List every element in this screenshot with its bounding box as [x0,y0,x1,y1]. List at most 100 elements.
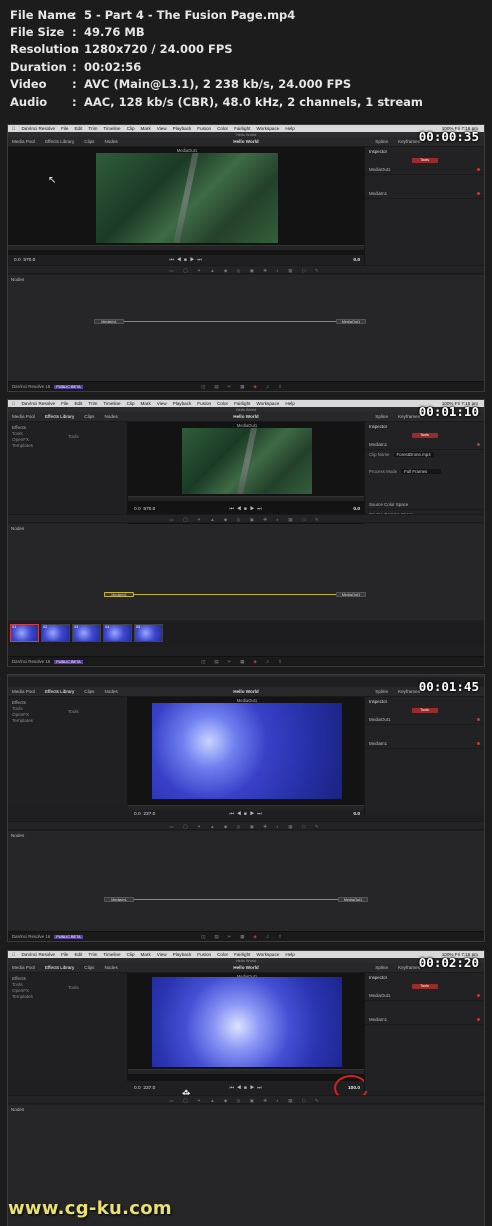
end-frame[interactable]: 570.0 [23,258,35,263]
video-preview[interactable] [182,428,312,494]
page-switcher[interactable]: ◫▤✂▦◈♫⇪ [201,659,291,665]
node-media-in[interactable]: MediaIn1 [104,592,134,597]
tab-effects-library[interactable]: Effects Library [45,139,74,144]
media-info-row: Resolution:1280x720 / 24.000 FPS [10,42,233,57]
node-media-in[interactable]: MediaIn1 [94,319,124,324]
time-ruler[interactable] [128,496,366,501]
menu-workspace[interactable]: Workspace [256,126,279,131]
tab-media-pool[interactable]: Media Pool [12,139,35,144]
node-editor[interactable]: Nodes MediaIn1 MediaOut1 [8,275,484,381]
media-info-row: File Name:5 - Part 4 - The Fusion Page.m… [10,7,296,22]
tab-spline[interactable]: Spline [375,139,388,144]
mouse-cursor-icon: ↖ [48,175,57,186]
inspector-tools-tab[interactable]: Tools [411,158,438,163]
video-timecode: 00:01:45 [418,679,479,694]
fusion-topbar: Media Pool Effects Library Clips Nodes H… [8,412,484,422]
status-dot-icon [477,718,480,721]
effects-title: Effects [12,425,26,430]
clip-thumbnail[interactable]: 03 [72,624,101,642]
tab-keyframes[interactable]: Keyframes [398,139,420,144]
menu-davinci[interactable]: DaVinci Resolve [21,126,55,131]
node-editor[interactable]: Nodes MediaIn1 MediaOut1 [8,831,484,931]
apple-icon[interactable]:  [12,401,15,406]
media-info-row: Duration:00:02:56 [10,59,142,74]
status-bar: DaVinci Resolve 16 PUBLIC BETA ◫▤✂▦◈♫⇪ [8,381,484,391]
tab-nodes[interactable]: Nodes [104,139,117,144]
menu-help[interactable]: Help [285,126,294,131]
playback-controls: 0.0 237.0 ⏮◀■▶⏭ 100.0 [134,1085,360,1092]
status-bar: DaVinci Resolve 16 PUBLIC BETA ◫▤✂▦◈♫⇪ [8,931,484,941]
menu-view[interactable]: View [157,126,167,131]
mac-menubar:  DaVinci Resolve File Edit Trim Timelin… [8,951,484,958]
media-info-header: File Name:5 - Part 4 - The Fusion Page.m… [0,0,492,122]
status-dot-icon [477,168,480,171]
fusion-toolbar[interactable]: ▭ ◯ ✦ ▲ ◆ ◎ ▣ ✚ ◐ ▦ ⬡ ✎ [8,821,484,830]
fusion-toolbar[interactable]: ▭ ◯ ✦ ▲ ◆ ◎ ▣ ✚ ◐ ▦ ⬡ ✎ [8,265,484,274]
inspector-node-row[interactable]: MediaOut1 [365,165,484,175]
app-name: DaVinci Resolve 16 [12,384,51,389]
effects-library-panel: Effects Tools OpenFX Templates Tools [8,973,128,1081]
status-dot-icon [477,192,480,195]
watermark: www.cg-ku.com [8,1198,172,1219]
clip-thumbnail[interactable]: 05 [134,624,163,642]
node-editor[interactable]: Nodes MediaIn1 MediaOut1 [8,524,484,620]
mac-menubar:  DaVinci Resolve File Edit Trim Timelin… [8,125,484,132]
fusion-topbar: Media Pool Effects Library Clips Nodes H… [8,137,484,147]
node-media-in[interactable]: MediaIn1 [104,897,134,902]
fusion-toolbar[interactable]: ▭ ◯ ✦ ▲ ◆ ◎ ▣ ✚ ◐ ▦ ⬡ ✎ [8,1095,484,1104]
menu-playback[interactable]: Playback [173,126,192,131]
playback-controls: 0.0 237.0 ⏮◀■▶⏭ 0.0 [134,811,360,818]
process-mode-field[interactable]: Process Mode Full Frames [365,467,484,476]
inspector-node-row[interactable]: MediaIn1 [365,189,484,199]
current-frame[interactable]: 0.0 [353,258,360,263]
menu-timeline[interactable]: Timeline [103,126,120,131]
video-timecode: 00:02:20 [418,955,479,970]
menu-fairlight[interactable]: Fairlight [234,126,250,131]
screenshot-frame-1:  DaVinci Resolve File Edit Trim Timelin… [7,124,485,392]
menu-color[interactable]: Color [217,126,228,131]
video-preview[interactable] [152,977,342,1067]
clip-name-field[interactable]: Clip Name ForestDrone.mp4 [365,450,484,459]
apple-icon[interactable]:  [12,126,15,131]
playback-controls: 0.0 570.0 ⏮◀■▶⏭ 0.0 [134,506,360,513]
clip-thumbnail[interactable]: 02 [41,624,70,642]
media-info-value: AAC, 128 kb/s (CBR), 48.0 kHz, 2 channel… [84,94,423,109]
menu-clip[interactable]: Clip [127,126,135,131]
effects-item[interactable]: Templates [12,443,123,448]
menu-mark[interactable]: Mark [141,126,151,131]
video-timecode: 00:01:10 [418,404,479,419]
tab-media-pool[interactable]: Media Pool [12,414,35,419]
clip-thumbnail[interactable]: 04 [103,624,132,642]
tab-clips[interactable]: Clips [84,139,94,144]
fusion-topbar: Media Pool Effects Library Clips Nodes H… [8,687,484,697]
inspector-node-row[interactable]: MediaIn1 [365,440,484,450]
media-info-key: File Size [10,25,65,40]
menu-file[interactable]: File [61,126,68,131]
node-link [134,899,338,900]
menu-edit[interactable]: Edit [74,126,82,131]
tab-clips[interactable]: Clips [84,414,94,419]
tab-effects-library[interactable]: Effects Library [45,414,74,419]
video-preview[interactable] [152,703,342,799]
start-frame[interactable]: 0.0 [14,258,21,263]
transport-buttons[interactable]: ⏮◀■▶⏭ [169,257,204,263]
node-media-out[interactable]: MediaOut1 [338,897,368,902]
fusion-toolbar[interactable]: ▭ ◯ ✦ ▲ ◆ ◎ ▣ ✚ ◐ ▦ ⬡ ✎ [8,514,484,523]
media-info-key: Resolution [10,42,80,57]
time-ruler[interactable] [128,1069,366,1074]
media-info-row: File Size:49.76 MB [10,25,145,40]
tab-nodes[interactable]: Nodes [104,414,117,419]
media-info-key: Duration [10,59,67,74]
video-preview[interactable] [96,153,278,243]
node-media-out[interactable]: MediaOut1 [336,592,366,597]
menu-trim[interactable]: Trim [88,126,97,131]
clip-thumbnail[interactable]: 01 [10,624,39,642]
media-info-row: Audio: AAC, 128 kb/s (CBR), 48.0 kHz, 2 c… [10,94,423,109]
time-ruler[interactable] [8,245,366,250]
media-info-value: 00:02:56 [84,59,142,74]
menu-fusion[interactable]: Fusion [197,126,211,131]
source-color-space[interactable]: Source Color Space [365,500,484,510]
page-switcher[interactable]: ◫▤✂▦◈♫⇪ [201,384,291,390]
node-media-out[interactable]: MediaOut1 [336,319,366,324]
media-info-row: Video: AVC (Main@L3.1), 2 238 kb/s, 24.00… [10,77,352,92]
